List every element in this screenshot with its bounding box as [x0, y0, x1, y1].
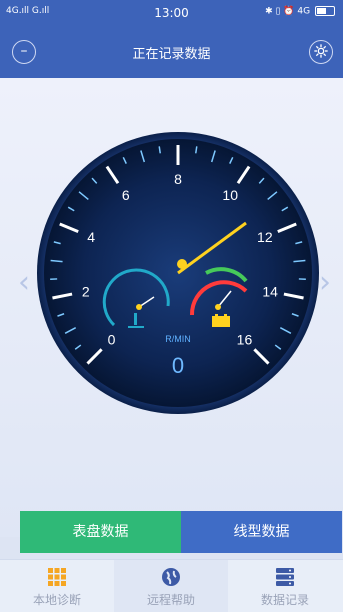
unit-label: R/MIN [165, 334, 191, 344]
gauge-scale-label: 16 [237, 331, 253, 347]
tab-dial-data[interactable]: 表盘数据 [20, 511, 181, 553]
status-icons: ✱ ▯ ⏰ 4G [265, 6, 335, 17]
nav-data-record[interactable]: 数据记录 [228, 560, 342, 612]
rpm-value: 0 [172, 353, 184, 378]
gear-icon[interactable] [309, 40, 333, 64]
nav-label: 本地诊断 [0, 591, 114, 608]
app-header: – 正在记录数据 [0, 26, 343, 78]
nav-local-diagnosis[interactable]: 本地诊断 [0, 560, 114, 612]
nav-label: 数据记录 [228, 591, 342, 608]
nav-label: 远程帮助 [114, 591, 228, 608]
gauge-scale-label: 0 [108, 331, 116, 347]
gauge-scale-label: 12 [257, 229, 273, 245]
nav-remote-help[interactable]: 远程帮助 [114, 560, 228, 612]
gauge-scale-label: 4 [87, 229, 95, 245]
grid-icon [47, 567, 67, 587]
status-icons-text: ✱ ▯ ⏰ 4G [265, 7, 310, 17]
previous-arrow-icon[interactable]: ‹ [18, 268, 30, 298]
gauge-scale-label: 8 [174, 171, 182, 187]
dashboard-area: ‹ › 0 2 4 6 8 10 12 14 16 [0, 78, 343, 537]
gauge-scale-label: 10 [222, 187, 238, 203]
gauge-tick [159, 146, 160, 153]
gauge-tick [196, 146, 197, 153]
battery-icon [315, 6, 335, 16]
tab-line-data[interactable]: 线型数据 [181, 511, 342, 553]
status-bar: 4G.ıll G.ıll 13:00 ✱ ▯ ⏰ 4G [0, 0, 343, 26]
globe-icon [161, 567, 181, 587]
rpm-gauge: 0 2 4 6 8 10 12 14 16 R/MIN 0 [36, 131, 320, 415]
next-arrow-icon[interactable]: › [319, 268, 331, 298]
bottom-navigation: 本地诊断 远程帮助 数据记录 [0, 559, 343, 612]
needle-hub [177, 259, 187, 269]
storage-icon [275, 567, 295, 587]
gauge-scale-label: 6 [122, 187, 130, 203]
view-tabs: 表盘数据 线型数据 [20, 511, 342, 553]
gauge-scale-label: 2 [82, 283, 90, 299]
page-title: 正在记录数据 [0, 43, 343, 62]
gauge-scale-label: 14 [262, 283, 278, 299]
